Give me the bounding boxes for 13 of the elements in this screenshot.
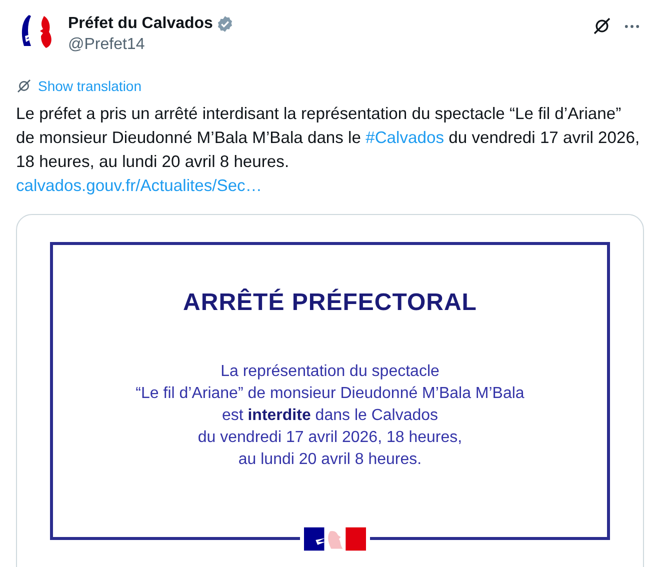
document-text-line: La représentation du spectacle xyxy=(220,362,440,382)
document-text-line: au lundi 20 avril 8 heures. xyxy=(238,450,422,470)
document-title: ARRÊTÉ PRÉFECTORAL xyxy=(183,289,477,317)
document-text-line: du vendredi 17 avril 2026, 18 heures, xyxy=(198,428,462,448)
grok-icon[interactable] xyxy=(592,16,612,36)
more-icon[interactable] xyxy=(624,24,640,29)
media-card[interactable]: ARRÊTÉ PRÉFECTORAL La représentation du spectacle “Le fil d’Ariane” de monsieur Dieudonné M’Bala M’Bala est interdite dans le Calvados du vendredi 17 avril 2026, 18 heures, au lundi 20 avril 8 heures. xyxy=(16,214,644,567)
document-text-line: est interdite dans le Calvados xyxy=(222,406,438,426)
tweet-text: Le préfet a pris un arrêté interdisant la représentation du spectacle “Le fil d’Ariane” de monsieur Dieudonné M’Bala M’Bala dans le #Calvados du vendredi 17 avril 2026, 18 heures, au lundi 20 avril 8 heures. xyxy=(16,103,641,173)
author-handle[interactable]: @Prefet14 xyxy=(68,34,592,56)
translate-icon xyxy=(16,78,32,94)
document-text-line: “Le fil d’Ariane” de monsieur Dieudonné M’Bala M’Bala xyxy=(136,384,524,404)
author-name[interactable]: Préfet du Calvados xyxy=(68,14,213,34)
